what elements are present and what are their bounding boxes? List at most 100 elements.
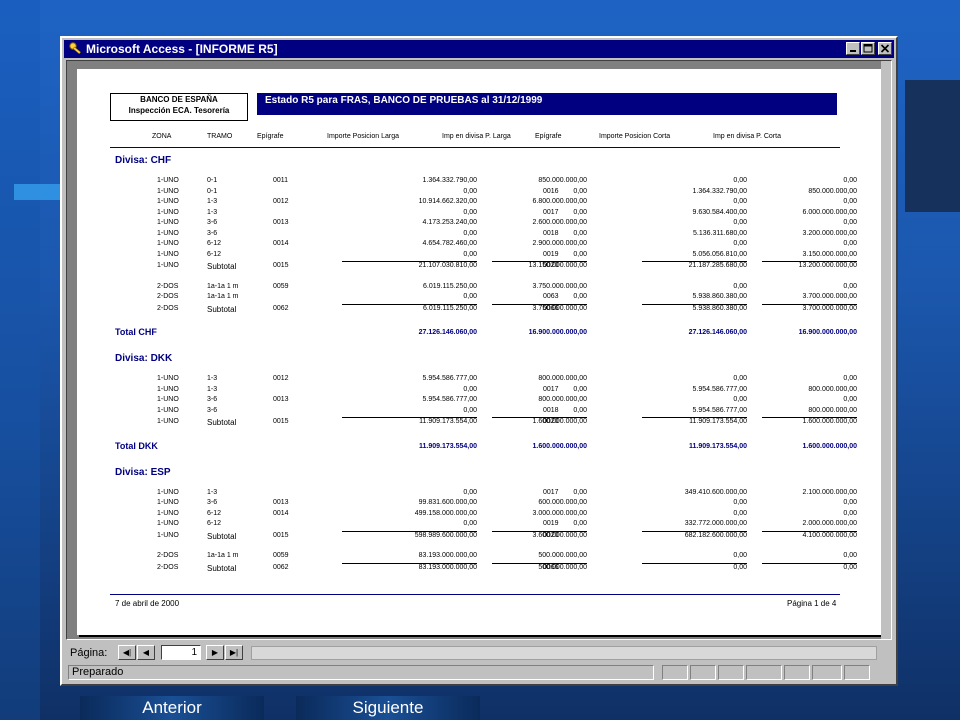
table-row: 1-UNO 0-1 0011 1.364.332.790,00 850.000.000,…: [77, 177, 882, 188]
subtotal-row: 2-DOS Subtotal 0062 6.019.115.250,00 3.750.0…: [77, 305, 882, 316]
divisa-corta-cell: 0,00: [843, 552, 857, 559]
total-cell: 27.126.146.060,00: [418, 329, 477, 336]
column-header: Importe Posicion Corta: [599, 133, 671, 140]
divisa-corta-cell: 850.000.000,00: [808, 187, 857, 195]
epigrafe-cell: 0062: [273, 563, 289, 571]
total-cell: 16.900.000.000,00: [528, 329, 587, 336]
next-slide-link[interactable]: Siguiente: [296, 696, 480, 720]
divisa-corta-cell: 0,00: [843, 219, 857, 226]
divisa-corta-cell: 0,00: [843, 177, 857, 184]
importe-corta-cell: 349.410.600.000,00: [684, 488, 747, 496]
importe-larga-cell: 99.831.600.000,00: [418, 499, 477, 506]
previous-slide-link[interactable]: Anterior: [80, 696, 264, 720]
zona-cell: 2-DOS: [157, 282, 179, 290]
importe-larga-cell: 4.654.782.460,00: [422, 240, 478, 247]
status-panel: [662, 665, 688, 680]
table-row: 1-UNO 1-3 0012 5.954.586.777,00 800.000.000,…: [77, 375, 882, 386]
zona-cell: 2-DOS: [157, 552, 179, 559]
currency-section-title: Divisa: ESP: [115, 466, 171, 478]
importe-larga-cell: 83.193.000.000,00: [418, 563, 477, 571]
table-row: 1-UNO 3-6 0013 5.954.586.777,00 800.000.000,…: [77, 396, 882, 407]
minimize-button[interactable]: [846, 42, 860, 55]
epigrafe-corta-cell: 0020: [543, 531, 559, 539]
report-title: Estado R5 para FRAS, BANCO DE PRUEBAS al…: [257, 93, 837, 115]
table-row: 1-UNO 1-3 0,00 0,00 0017 349.410.600.000,00 2.…: [77, 489, 882, 500]
table-row: 1-UNO 1-3 0,00 0,00 0017 5.954.586.777,00 800.…: [77, 386, 882, 397]
table-row: 1-UNO 0-1 0,00 0,00 0016 1.364.332.790,00 850.…: [77, 188, 882, 199]
zona-cell: 1-UNO: [157, 229, 179, 237]
epigrafe-corta-cell: 0066: [543, 304, 559, 312]
importe-larga-cell: 1.364.332.790,00: [422, 177, 478, 184]
divisa-larga-cell: 800.000.000,00: [538, 375, 587, 382]
table-row: 1-UNO 3-6 0,00 0,00 0018 5.136.311.680,00 3.20…: [77, 230, 882, 241]
close-button[interactable]: [878, 42, 892, 55]
importe-larga-cell: 0,00: [463, 250, 477, 258]
importe-larga-cell: 0,00: [463, 488, 477, 496]
divisa-corta-cell: 800.000.000,00: [808, 406, 857, 414]
column-header: TRAMO: [207, 133, 233, 140]
divisa-larga-cell: 3.000.000.000,00: [532, 509, 588, 517]
divisa-corta-cell: 0,00: [843, 198, 857, 205]
epigrafe-cell: 0059: [273, 282, 289, 290]
importe-larga-cell: 11.909.173.554,00: [419, 418, 477, 425]
importe-larga-cell: 5.954.586.777,00: [422, 396, 478, 403]
importe-corta-cell: 5.954.586.777,00: [692, 406, 748, 414]
divisa-corta-cell: 2.100.000.000,00: [802, 488, 858, 496]
column-header: Epígrafe: [257, 133, 284, 140]
next-page-button[interactable]: ▶: [206, 645, 224, 660]
epigrafe-cell: 0014: [273, 240, 289, 247]
column-header: Imp en divisa P. Corta: [713, 133, 781, 140]
epigrafe-cell: 0013: [273, 396, 289, 403]
importe-corta-cell: 0,00: [733, 198, 747, 205]
last-page-button[interactable]: ▶|: [225, 645, 243, 660]
zona-cell: 1-UNO: [157, 531, 179, 539]
zona-cell: 1-UNO: [157, 250, 179, 258]
tramo-cell: 1-3: [207, 385, 218, 393]
tramo-cell: 3-6: [207, 229, 218, 237]
status-panel: [844, 665, 870, 680]
tramo-cell: 1-3: [207, 375, 218, 382]
importe-corta-cell: 0,00: [733, 219, 747, 226]
key-icon[interactable]: [68, 41, 84, 57]
importe-larga-cell: 0,00: [463, 187, 477, 195]
status-bar: Preparado: [66, 664, 892, 682]
epigrafe-cell: 0013: [273, 499, 289, 506]
tramo-cell: 1a-1a 1 m: [207, 552, 239, 559]
currency-section-title: Divisa: DKK: [115, 353, 173, 364]
epigrafe-corta-cell: 0017: [543, 385, 559, 393]
zona-cell: 1-UNO: [157, 198, 179, 205]
importe-larga-cell: 5.954.586.777,00: [422, 375, 478, 382]
zona-cell: 1-UNO: [157, 418, 179, 425]
record-navigation-bar: Página: ◀| ◀ 1 ▶ ▶|: [66, 644, 892, 662]
divisa-corta-cell: 0,00: [843, 282, 857, 290]
importe-corta-cell: 21.187.285.680,00: [688, 262, 747, 269]
total-row: 11.909.173.554,00 1.600.000.000,00 11.909.…: [77, 443, 882, 454]
importe-larga-cell: 0,00: [463, 208, 477, 216]
importe-larga-cell: 21.107.030.810,00: [418, 262, 477, 269]
title-bar[interactable]: Microsoft Access - [INFORME R5]: [64, 40, 894, 58]
tramo-cell: 6-12: [207, 520, 222, 527]
total-cell: 27.126.146.060,00: [688, 329, 747, 336]
zona-cell: 1-UNO: [157, 488, 179, 496]
horizontal-scrollbar[interactable]: [251, 646, 877, 660]
epigrafe-cell: 0015: [273, 531, 289, 539]
first-page-button[interactable]: ◀|: [118, 645, 136, 660]
importe-larga-cell: 0,00: [463, 406, 477, 414]
divisa-corta-cell: 0,00: [843, 396, 857, 403]
epigrafe-cell: 0012: [273, 198, 289, 205]
divisa-corta-cell: 6.000.000.000,00: [802, 208, 858, 216]
importe-corta-cell: 1.364.332.790,00: [692, 187, 748, 195]
importe-larga-cell: 0,00: [463, 293, 477, 300]
epigrafe-cell: 0011: [273, 177, 289, 184]
divisa-corta-cell: 800.000.000,00: [808, 385, 857, 393]
table-row: 1-UNO 6-12 0014 499.158.000.000,00 3.000.000…: [77, 510, 882, 521]
page-number-input[interactable]: 1: [161, 645, 201, 660]
table-row: 2-DOS 1a-1a 1 m 0059 6.019.115.250,00 3.750.…: [77, 283, 882, 294]
importe-larga-cell: 0,00: [463, 520, 477, 527]
maximize-button[interactable]: [861, 42, 875, 55]
subtotal-row: 2-DOS Subtotal 0062 83.193.000.000,00 500.00…: [77, 564, 882, 575]
epigrafe-corta-cell: 0018: [543, 406, 559, 414]
previous-page-button[interactable]: ◀: [137, 645, 155, 660]
vertical-scrollbar[interactable]: [881, 61, 891, 639]
tramo-cell: 6-12: [207, 240, 222, 247]
